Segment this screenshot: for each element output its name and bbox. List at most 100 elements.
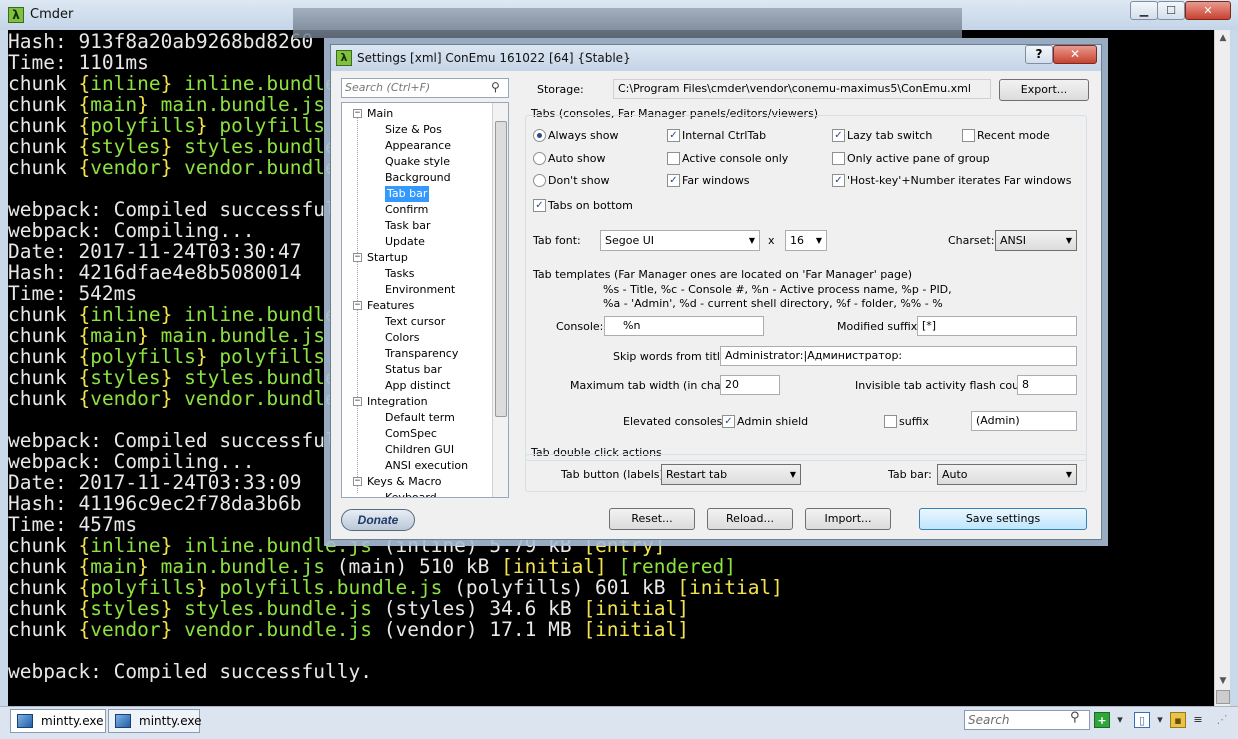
console-text: { bbox=[78, 156, 91, 179]
console-template-input[interactable]: %n bbox=[604, 316, 764, 336]
import-button[interactable]: Import... bbox=[805, 508, 891, 530]
console-text: Hash: 913f8a20ab9268bd8260 bbox=[8, 30, 314, 53]
console-text: (main) 510 kB bbox=[325, 555, 502, 578]
tree-item[interactable]: Transparency bbox=[385, 346, 458, 362]
far-windows-checkbox[interactable]: ✓ bbox=[667, 174, 680, 187]
max-tab-width-input[interactable]: 20 bbox=[720, 375, 780, 395]
scroll-down-icon[interactable]: ▼ bbox=[1215, 673, 1231, 689]
tab-button-dropdown[interactable]: Restart tab ▼ bbox=[661, 464, 801, 485]
console-tab-1[interactable]: mintty.exe bbox=[10, 709, 106, 733]
tree-item[interactable]: Tasks bbox=[385, 266, 414, 282]
tree-item[interactable]: ComSpec bbox=[385, 426, 437, 442]
tab-bar-dropdown[interactable]: Auto ▼ bbox=[937, 464, 1077, 485]
lock-icon[interactable]: ▪ bbox=[1170, 712, 1186, 728]
tree-search-input[interactable]: Search (Ctrl+F) bbox=[341, 78, 509, 98]
tree-item[interactable]: Main bbox=[367, 106, 393, 122]
tab-font-size-dropdown[interactable]: 16 ▼ bbox=[785, 230, 827, 251]
collapse-toggle-icon[interactable]: − bbox=[353, 301, 362, 310]
skip-words-input[interactable]: Administrator:|Администратор: bbox=[720, 346, 1077, 366]
dialog-titlebar[interactable]: λ Settings [xml] ConEmu 161022 [64] {Sta… bbox=[331, 45, 1101, 71]
help-button[interactable]: ? bbox=[1025, 45, 1053, 64]
reload-button[interactable]: Reload... bbox=[707, 508, 793, 530]
console-tab-2[interactable]: mintty.exe bbox=[108, 709, 202, 733]
tree-item[interactable]: Environment bbox=[385, 282, 455, 298]
scroll-thumb[interactable] bbox=[1216, 690, 1230, 704]
modified-suffix-input[interactable]: [*] bbox=[917, 316, 1077, 336]
tabs-on-bottom-checkbox[interactable]: ✓ bbox=[533, 199, 546, 212]
tab-font-dropdown[interactable]: Segoe UI ▼ bbox=[600, 230, 760, 251]
tree-item[interactable]: Integration bbox=[367, 394, 428, 410]
settings-tree[interactable]: − Main Size & Pos Appearance Quake style Back… bbox=[341, 102, 509, 498]
collapse-toggle-icon[interactable]: − bbox=[353, 397, 362, 406]
only-active-pane-checkbox[interactable] bbox=[832, 152, 845, 165]
tree-item[interactable]: Colors bbox=[385, 330, 419, 346]
tree-item[interactable]: Features bbox=[367, 298, 414, 314]
tree-item[interactable]: Default term bbox=[385, 410, 455, 426]
cmder-app: λ Cmder ▁ ☐ ✕ Hash: 913f8a20ab9268bd8260… bbox=[0, 0, 1238, 739]
console-text: chunk bbox=[8, 156, 79, 179]
charset-dropdown[interactable]: ANSI ▼ bbox=[995, 230, 1077, 251]
tree-scroll-thumb[interactable] bbox=[495, 121, 507, 417]
tree-scrollbar[interactable] bbox=[492, 103, 508, 497]
search-icon[interactable]: ⚲ bbox=[491, 80, 500, 94]
lazy-tab-switch-checkbox[interactable]: ✓ bbox=[832, 129, 845, 142]
close-button[interactable]: ✕ bbox=[1185, 1, 1231, 20]
save-settings-button[interactable]: Save settings bbox=[919, 508, 1087, 530]
scroll-up-icon[interactable]: ▲ bbox=[1215, 30, 1231, 46]
admin-shield-checkbox[interactable]: ✓ bbox=[722, 415, 735, 428]
suffix-checkbox[interactable] bbox=[884, 415, 897, 428]
reset-button[interactable]: Reset... bbox=[609, 508, 695, 530]
auto-show-radio[interactable] bbox=[533, 152, 546, 165]
donate-button[interactable]: Donate bbox=[341, 509, 415, 531]
tree-item[interactable]: Startup bbox=[367, 250, 408, 266]
console-text: styles bbox=[90, 597, 161, 620]
collapse-toggle-icon[interactable]: − bbox=[353, 109, 362, 118]
console-text: polyfills bbox=[90, 576, 196, 599]
collapse-toggle-icon[interactable]: − bbox=[353, 477, 362, 486]
tree-item[interactable]: Update bbox=[385, 234, 425, 250]
active-console-only-checkbox[interactable] bbox=[667, 152, 680, 165]
console-line: chunk {vendor} vendor.bundle.js (vendor)… bbox=[8, 619, 689, 640]
recent-mode-checkbox[interactable] bbox=[962, 129, 975, 142]
tree-item[interactable]: Confirm bbox=[385, 202, 428, 218]
search-icon[interactable]: ⚲ bbox=[1070, 710, 1080, 725]
console-scrollbar[interactable]: ▲ ▼ bbox=[1214, 30, 1230, 706]
minimize-button[interactable]: ▁ bbox=[1130, 1, 1158, 20]
tree-item[interactable]: Tab bar bbox=[385, 186, 430, 202]
tree-item[interactable]: Children GUI bbox=[385, 442, 454, 458]
split-icon[interactable]: ▯ bbox=[1134, 712, 1150, 728]
tree-item[interactable]: Background bbox=[385, 170, 451, 186]
dont-show-radio[interactable] bbox=[533, 174, 546, 187]
tree-item[interactable]: Size & Pos bbox=[385, 122, 442, 138]
tree-item[interactable]: Task bar bbox=[385, 218, 430, 234]
tree-item[interactable]: ANSI execution bbox=[385, 458, 468, 474]
collapse-toggle-icon[interactable]: − bbox=[353, 253, 362, 262]
tree-item[interactable]: Appearance bbox=[385, 138, 451, 154]
chevron-down-icon[interactable]: ▾ bbox=[1152, 712, 1168, 728]
console-line: chunk {vendor} vendor.bundle.js bbox=[8, 388, 372, 409]
dialog-close-button[interactable]: ✕ bbox=[1053, 45, 1097, 64]
host-key-number-checkbox[interactable]: ✓ bbox=[832, 174, 845, 187]
console-line: Date: 2017-11-24T03:33:09 bbox=[8, 472, 302, 493]
storage-path-field[interactable]: C:\Program Files\cmder\vendor\conemu-max… bbox=[613, 79, 991, 99]
tree-item[interactable]: Status bar bbox=[385, 362, 442, 378]
console-text: main bbox=[90, 324, 138, 347]
tree-item[interactable]: Keyboard bbox=[385, 490, 437, 497]
new-console-icon[interactable]: + bbox=[1094, 712, 1110, 728]
chevron-down-icon[interactable]: ▾ bbox=[1112, 712, 1128, 728]
flash-count-input[interactable]: 8 bbox=[1017, 375, 1077, 395]
always-show-radio[interactable] bbox=[533, 129, 546, 142]
export-button[interactable]: Export... bbox=[999, 79, 1089, 101]
tree-item[interactable]: Text cursor bbox=[385, 314, 445, 330]
tree-item[interactable]: App distinct bbox=[385, 378, 450, 394]
console-text: webpack: Compiling... bbox=[8, 450, 255, 473]
tree-item[interactable]: Keys & Macro bbox=[367, 474, 442, 490]
console-text: { bbox=[78, 534, 91, 557]
console-text: chunk bbox=[8, 324, 79, 347]
menu-icon[interactable]: ≡ bbox=[1190, 712, 1206, 728]
maximize-button[interactable]: ☐ bbox=[1157, 1, 1185, 20]
suffix-input[interactable]: (Admin) bbox=[971, 411, 1077, 431]
resize-grip-icon[interactable]: ⋰ bbox=[1214, 712, 1230, 728]
internal-ctrltab-checkbox[interactable]: ✓ bbox=[667, 129, 680, 142]
tree-item[interactable]: Quake style bbox=[385, 154, 450, 170]
